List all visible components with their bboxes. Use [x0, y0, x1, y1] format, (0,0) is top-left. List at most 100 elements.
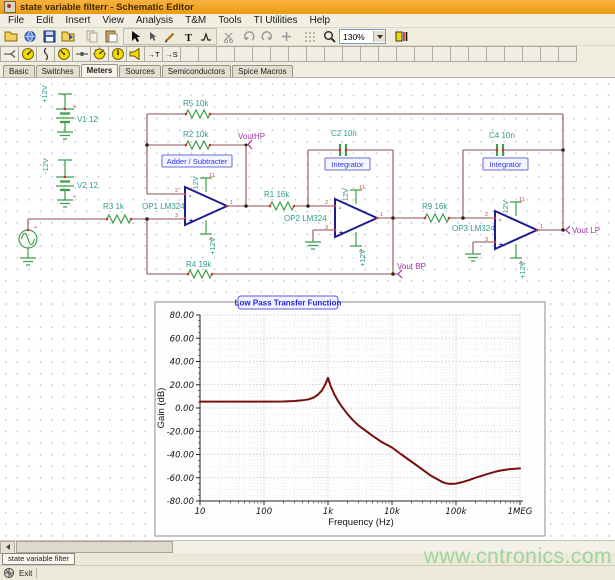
- op3-plus-mark: +: [499, 242, 503, 249]
- empty-component-slot: [396, 46, 415, 62]
- sheet-tab[interactable]: state variable filter: [2, 553, 75, 565]
- op1-pin3: 3: [175, 213, 178, 219]
- integrator1-annotation[interactable]: Integrator: [325, 158, 370, 170]
- copy-button[interactable]: [83, 29, 101, 44]
- grid-toggle-button[interactable]: [301, 29, 319, 44]
- ground-symbol-generator: [20, 248, 36, 265]
- tab-spice-macros[interactable]: Spice Macros: [232, 65, 292, 77]
- voutbp-net-pin[interactable]: Vout BP: [397, 262, 426, 278]
- paste-button[interactable]: [102, 29, 120, 44]
- r1-resistor[interactable]: R1 16k: [264, 190, 294, 210]
- empty-component-slot: [450, 46, 469, 62]
- menu-item-t-m[interactable]: T&M: [179, 14, 212, 27]
- empty-component-slot: [468, 46, 487, 62]
- ground-symbol-v1: [57, 132, 73, 139]
- r4-resistor[interactable]: R4 19k: [186, 260, 212, 278]
- c4-capacitor[interactable]: C4 10n: [489, 131, 515, 156]
- menu-item-file[interactable]: File: [2, 14, 30, 27]
- svg-text:-60.00: -60.00: [167, 474, 194, 484]
- schematic-canvas[interactable]: +12V + V1 12 -12V + V2 12 + R3 1k R5 10k: [0, 77, 615, 540]
- t-analyzer-component[interactable]: →T: [144, 46, 163, 62]
- ohmmeter-component[interactable]: [108, 46, 127, 62]
- v2-battery[interactable]: + V2 12: [56, 177, 98, 200]
- menu-item-view[interactable]: View: [96, 14, 130, 27]
- voltmeter-component[interactable]: [18, 46, 37, 62]
- undo-button[interactable]: [239, 29, 257, 44]
- svg-text:60.00: 60.00: [170, 334, 194, 344]
- select-arrow-button[interactable]: [125, 29, 143, 44]
- text-tool-button[interactable]: T: [179, 29, 197, 44]
- export-button[interactable]: [59, 29, 77, 44]
- zoom-level-select[interactable]: 130%: [339, 29, 386, 44]
- current-arrow-component[interactable]: [72, 46, 91, 62]
- v1-plus-mark: +: [73, 104, 76, 110]
- empty-component-slot: [414, 46, 433, 62]
- voutlp-net-pin[interactable]: Vout LP: [566, 226, 600, 235]
- tab-basic[interactable]: Basic: [3, 65, 35, 77]
- vplus-rail-tap[interactable]: +12V: [40, 85, 72, 109]
- exit-button[interactable]: Exit: [19, 569, 32, 578]
- v1-battery[interactable]: + V1 12: [56, 104, 98, 132]
- cut-button[interactable]: [220, 29, 238, 44]
- zoom-fit-button[interactable]: [277, 29, 295, 44]
- open-web-button[interactable]: [21, 29, 39, 44]
- ammeter-component[interactable]: [54, 46, 73, 62]
- status-divider: [36, 568, 37, 578]
- svg-text:10: 10: [195, 507, 206, 517]
- schematic-editor-window: { "window": { "title": "state variable f…: [0, 0, 615, 575]
- interactive-mode-button[interactable]: [392, 29, 410, 44]
- adder-annotation[interactable]: Adder / Subtracter: [162, 155, 232, 167]
- menu-item-tools[interactable]: Tools: [212, 14, 247, 27]
- zoom-level-dropdown-icon[interactable]: [373, 31, 385, 42]
- menu-item-help[interactable]: Help: [304, 14, 337, 27]
- empty-component-slot: [432, 46, 451, 62]
- wire-tool-button[interactable]: [197, 29, 215, 44]
- chart-ylabel: Gain (dB): [156, 388, 167, 429]
- empty-component-slot: [360, 46, 379, 62]
- menu-item-analysis[interactable]: Analysis: [130, 14, 179, 27]
- op1-opamp[interactable]: - + 2 3 1 11 4 -12V +12V OP1 LM324: [142, 173, 233, 255]
- speaker-component[interactable]: [126, 46, 145, 62]
- tab-sources[interactable]: Sources: [119, 65, 160, 77]
- redo-button[interactable]: [258, 29, 276, 44]
- r5-resistor[interactable]: R5 10k: [183, 99, 210, 118]
- last-component-button[interactable]: [143, 29, 161, 44]
- tab-semiconductors[interactable]: Semiconductors: [162, 65, 231, 77]
- empty-component-slot: [288, 46, 307, 62]
- open-file-button[interactable]: [2, 29, 20, 44]
- schematic-drawing: +12V + V1 12 -12V + V2 12 + R3 1k R5 10k: [0, 78, 615, 540]
- pencil-tool-button[interactable]: [161, 29, 179, 44]
- r9-resistor[interactable]: R9 16k: [422, 202, 449, 222]
- signal-pin-component[interactable]: [36, 46, 55, 62]
- s-analyzer-label: →S: [165, 50, 178, 59]
- s-analyzer-component[interactable]: →S: [162, 46, 181, 62]
- zoom-tool-button[interactable]: [320, 29, 338, 44]
- r1-label: R1 16k: [264, 190, 290, 199]
- scrollbar-thumb[interactable]: [16, 541, 173, 553]
- vminus-rail-label: -12V: [41, 158, 50, 174]
- menu-item-edit[interactable]: Edit: [30, 14, 59, 27]
- op3-vplus-label: +12V: [518, 261, 527, 279]
- op3-opamp[interactable]: - + 2 3 1 11 4 -12V +12V OP3 LM324: [452, 197, 543, 279]
- tab-meters[interactable]: Meters: [81, 64, 119, 77]
- r2-resistor[interactable]: R2 10k: [183, 130, 210, 149]
- op1-pin11: 11: [209, 173, 215, 179]
- c4-label: C4 10n: [489, 131, 515, 140]
- integrator2-annotation[interactable]: Integrator: [483, 158, 528, 170]
- vplus-rail-label: +12V: [40, 85, 49, 103]
- empty-component-slot: [252, 46, 271, 62]
- op2-opamp[interactable]: - + 2 3 1 11 4 -12V +12V OP2 LM324: [284, 185, 383, 267]
- scroll-left-button[interactable]: [0, 541, 15, 554]
- save-button[interactable]: [40, 29, 58, 44]
- c2-capacitor[interactable]: C2 10n: [331, 129, 357, 156]
- tab-switches[interactable]: Switches: [36, 65, 80, 77]
- menu-item-insert[interactable]: Insert: [59, 14, 96, 27]
- vouthp-net-pin[interactable]: VoutHP: [238, 132, 265, 149]
- voltage-pin-component[interactable]: [0, 46, 19, 62]
- r4-label: R4 19k: [186, 260, 212, 269]
- svg-text:1MEG: 1MEG: [508, 507, 533, 517]
- vminus-rail-tap[interactable]: -12V: [41, 158, 72, 177]
- multimeter-component[interactable]: [90, 46, 109, 62]
- op2-pin11: 11: [359, 185, 365, 191]
- menu-item-ti-utilities[interactable]: TI Utilities: [248, 14, 304, 27]
